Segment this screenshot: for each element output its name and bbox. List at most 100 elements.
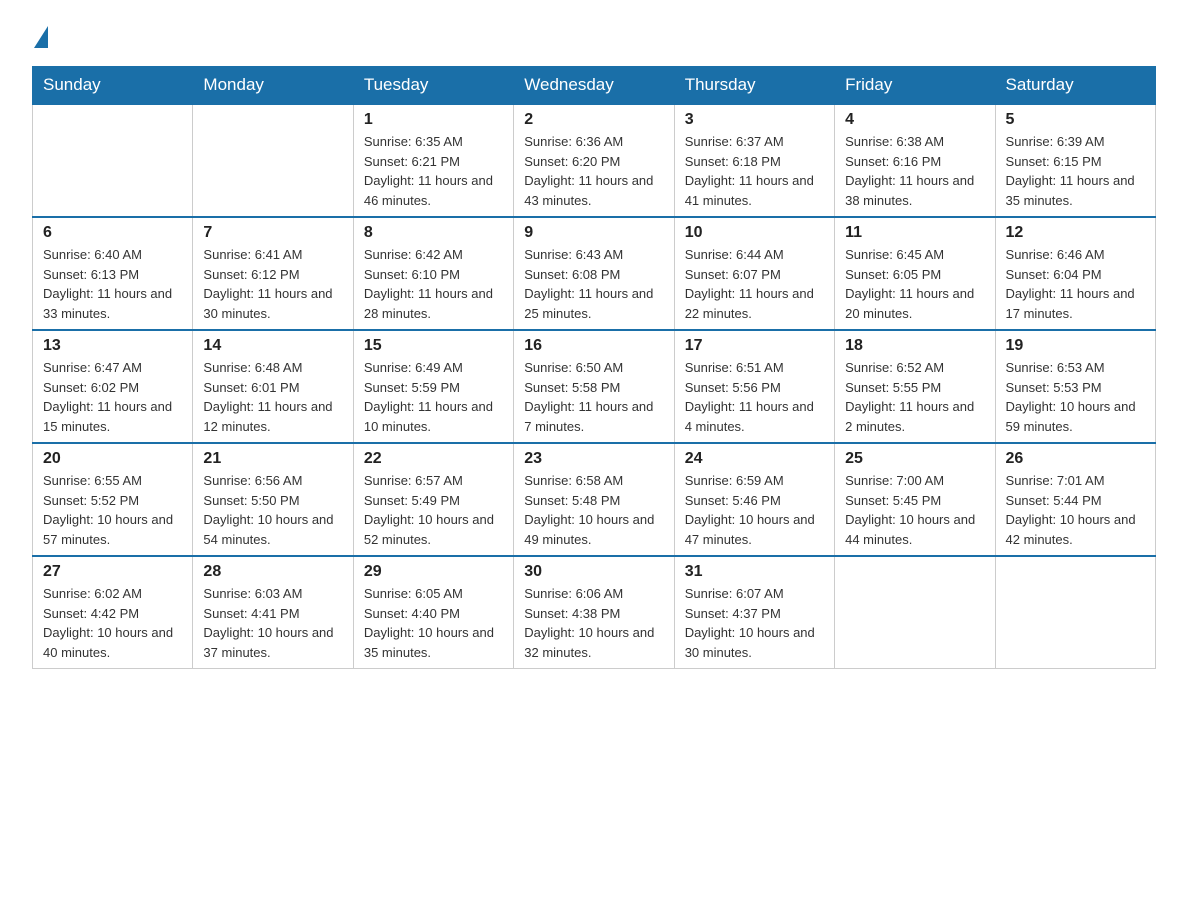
day-info: Sunrise: 6:38 AMSunset: 6:16 PMDaylight:… <box>845 132 984 210</box>
calendar-cell: 2Sunrise: 6:36 AMSunset: 6:20 PMDaylight… <box>514 104 674 217</box>
day-number: 17 <box>685 337 824 355</box>
calendar-cell <box>193 104 353 217</box>
calendar-cell <box>995 556 1155 669</box>
calendar-day-header: Monday <box>193 67 353 105</box>
day-info: Sunrise: 6:48 AMSunset: 6:01 PMDaylight:… <box>203 358 342 436</box>
day-info: Sunrise: 6:55 AMSunset: 5:52 PMDaylight:… <box>43 471 182 549</box>
day-number: 25 <box>845 450 984 468</box>
day-info: Sunrise: 6:53 AMSunset: 5:53 PMDaylight:… <box>1006 358 1145 436</box>
calendar-cell: 21 Sunrise: 6:56 AMSunset: 5:50 PMDayligh… <box>193 443 353 556</box>
calendar-cell <box>835 556 995 669</box>
day-number: 20 <box>43 450 182 468</box>
day-number: 30 <box>524 563 663 581</box>
calendar-cell: 9 Sunrise: 6:43 AMSunset: 6:08 PMDaylight… <box>514 217 674 330</box>
calendar-cell: 16 Sunrise: 6:50 AMSunset: 5:58 PMDayligh… <box>514 330 674 443</box>
day-number: 9 <box>524 224 663 242</box>
calendar-cell: 20 Sunrise: 6:55 AMSunset: 5:52 PMDayligh… <box>33 443 193 556</box>
calendar-day-header: Thursday <box>674 67 834 105</box>
calendar-table: SundayMondayTuesdayWednesdayThursdayFrid… <box>32 66 1156 669</box>
calendar-cell: 30 Sunrise: 6:06 AMSunset: 4:38 PMDayligh… <box>514 556 674 669</box>
day-info: Sunrise: 6:02 AMSunset: 4:42 PMDaylight:… <box>43 584 182 662</box>
calendar-cell: 10 Sunrise: 6:44 AMSunset: 6:07 PMDayligh… <box>674 217 834 330</box>
calendar-cell: 13 Sunrise: 6:47 AMSunset: 6:02 PMDayligh… <box>33 330 193 443</box>
calendar-cell: 27Sunrise: 6:02 AMSunset: 4:42 PMDayligh… <box>33 556 193 669</box>
calendar-cell: 17Sunrise: 6:51 AMSunset: 5:56 PMDayligh… <box>674 330 834 443</box>
day-info: Sunrise: 6:05 AMSunset: 4:40 PMDaylight:… <box>364 584 503 662</box>
day-number: 2 <box>524 111 663 129</box>
day-info: Sunrise: 6:06 AMSunset: 4:38 PMDaylight:… <box>524 584 663 662</box>
day-number: 4 <box>845 111 984 129</box>
calendar-day-header: Friday <box>835 67 995 105</box>
calendar-cell: 6 Sunrise: 6:40 AMSunset: 6:13 PMDaylight… <box>33 217 193 330</box>
calendar-cell: 29 Sunrise: 6:05 AMSunset: 4:40 PMDayligh… <box>353 556 513 669</box>
day-info: Sunrise: 6:39 AMSunset: 6:15 PMDaylight:… <box>1006 132 1145 210</box>
day-number: 5 <box>1006 111 1145 129</box>
calendar-cell: 18 Sunrise: 6:52 AMSunset: 5:55 PMDayligh… <box>835 330 995 443</box>
calendar-cell: 28 Sunrise: 6:03 AMSunset: 4:41 PMDayligh… <box>193 556 353 669</box>
day-number: 13 <box>43 337 182 355</box>
day-number: 31 <box>685 563 824 581</box>
day-number: 23 <box>524 450 663 468</box>
day-info: Sunrise: 6:07 AMSunset: 4:37 PMDaylight:… <box>685 584 824 662</box>
day-info: Sunrise: 6:57 AMSunset: 5:49 PMDaylight:… <box>364 471 503 549</box>
calendar-cell: 15 Sunrise: 6:49 AMSunset: 5:59 PMDayligh… <box>353 330 513 443</box>
calendar-week-row: 6 Sunrise: 6:40 AMSunset: 6:13 PMDaylight… <box>33 217 1156 330</box>
day-number: 10 <box>685 224 824 242</box>
calendar-day-header: Sunday <box>33 67 193 105</box>
calendar-cell: 1Sunrise: 6:35 AMSunset: 6:21 PMDaylight… <box>353 104 513 217</box>
day-number: 6 <box>43 224 182 242</box>
calendar-cell: 11 Sunrise: 6:45 AMSunset: 6:05 PMDayligh… <box>835 217 995 330</box>
day-info: Sunrise: 6:50 AMSunset: 5:58 PMDaylight:… <box>524 358 663 436</box>
calendar-header-row: SundayMondayTuesdayWednesdayThursdayFrid… <box>33 67 1156 105</box>
day-info: Sunrise: 6:52 AMSunset: 5:55 PMDaylight:… <box>845 358 984 436</box>
page-header <box>32 24 1156 48</box>
day-number: 21 <box>203 450 342 468</box>
day-number: 29 <box>364 563 503 581</box>
day-info: Sunrise: 6:49 AMSunset: 5:59 PMDaylight:… <box>364 358 503 436</box>
day-number: 15 <box>364 337 503 355</box>
logo-triangle-icon <box>34 26 48 48</box>
day-number: 3 <box>685 111 824 129</box>
day-info: Sunrise: 6:42 AMSunset: 6:10 PMDaylight:… <box>364 245 503 323</box>
calendar-week-row: 13 Sunrise: 6:47 AMSunset: 6:02 PMDayligh… <box>33 330 1156 443</box>
day-number: 16 <box>524 337 663 355</box>
calendar-day-header: Wednesday <box>514 67 674 105</box>
day-number: 28 <box>203 563 342 581</box>
day-info: Sunrise: 6:59 AMSunset: 5:46 PMDaylight:… <box>685 471 824 549</box>
day-info: Sunrise: 6:40 AMSunset: 6:13 PMDaylight:… <box>43 245 182 323</box>
calendar-cell: 31 Sunrise: 6:07 AMSunset: 4:37 PMDayligh… <box>674 556 834 669</box>
day-info: Sunrise: 7:01 AMSunset: 5:44 PMDaylight:… <box>1006 471 1145 549</box>
day-info: Sunrise: 6:35 AMSunset: 6:21 PMDaylight:… <box>364 132 503 210</box>
calendar-week-row: 27Sunrise: 6:02 AMSunset: 4:42 PMDayligh… <box>33 556 1156 669</box>
day-info: Sunrise: 6:43 AMSunset: 6:08 PMDaylight:… <box>524 245 663 323</box>
logo <box>32 24 48 48</box>
day-info: Sunrise: 6:45 AMSunset: 6:05 PMDaylight:… <box>845 245 984 323</box>
day-info: Sunrise: 6:03 AMSunset: 4:41 PMDaylight:… <box>203 584 342 662</box>
calendar-cell: 26 Sunrise: 7:01 AMSunset: 5:44 PMDayligh… <box>995 443 1155 556</box>
calendar-cell: 3 Sunrise: 6:37 AMSunset: 6:18 PMDaylight… <box>674 104 834 217</box>
day-info: Sunrise: 6:37 AMSunset: 6:18 PMDaylight:… <box>685 132 824 210</box>
day-info: Sunrise: 6:58 AMSunset: 5:48 PMDaylight:… <box>524 471 663 549</box>
day-info: Sunrise: 6:44 AMSunset: 6:07 PMDaylight:… <box>685 245 824 323</box>
day-number: 11 <box>845 224 984 242</box>
calendar-cell: 23 Sunrise: 6:58 AMSunset: 5:48 PMDayligh… <box>514 443 674 556</box>
day-info: Sunrise: 7:00 AMSunset: 5:45 PMDaylight:… <box>845 471 984 549</box>
calendar-cell: 14 Sunrise: 6:48 AMSunset: 6:01 PMDayligh… <box>193 330 353 443</box>
day-info: Sunrise: 6:47 AMSunset: 6:02 PMDaylight:… <box>43 358 182 436</box>
calendar-cell: 25 Sunrise: 7:00 AMSunset: 5:45 PMDayligh… <box>835 443 995 556</box>
calendar-cell: 5 Sunrise: 6:39 AMSunset: 6:15 PMDaylight… <box>995 104 1155 217</box>
day-number: 8 <box>364 224 503 242</box>
day-number: 14 <box>203 337 342 355</box>
day-info: Sunrise: 6:56 AMSunset: 5:50 PMDaylight:… <box>203 471 342 549</box>
calendar-day-header: Saturday <box>995 67 1155 105</box>
day-number: 24 <box>685 450 824 468</box>
calendar-cell: 24 Sunrise: 6:59 AMSunset: 5:46 PMDayligh… <box>674 443 834 556</box>
day-info: Sunrise: 6:46 AMSunset: 6:04 PMDaylight:… <box>1006 245 1145 323</box>
calendar-cell: 8 Sunrise: 6:42 AMSunset: 6:10 PMDaylight… <box>353 217 513 330</box>
day-number: 12 <box>1006 224 1145 242</box>
day-number: 18 <box>845 337 984 355</box>
calendar-cell: 7Sunrise: 6:41 AMSunset: 6:12 PMDaylight… <box>193 217 353 330</box>
calendar-day-header: Tuesday <box>353 67 513 105</box>
calendar-week-row: 20 Sunrise: 6:55 AMSunset: 5:52 PMDayligh… <box>33 443 1156 556</box>
day-number: 26 <box>1006 450 1145 468</box>
